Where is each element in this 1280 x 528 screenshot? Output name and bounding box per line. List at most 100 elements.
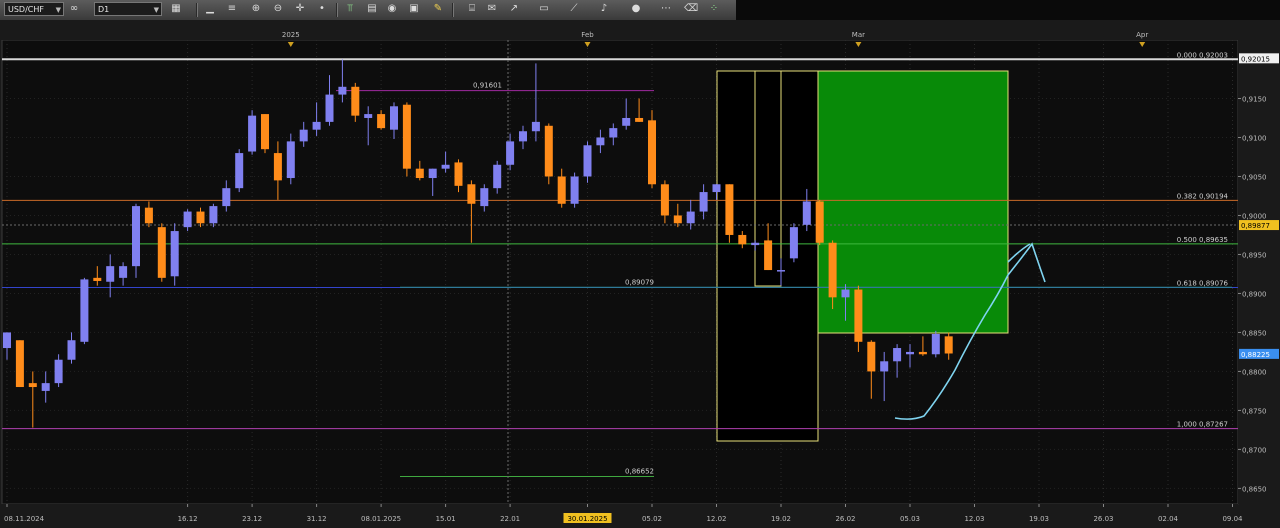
top-axis-label: Apr <box>1136 31 1148 39</box>
candle-body[interactable] <box>144 207 153 224</box>
date-axis-label: 08.11.2024 <box>4 515 45 523</box>
candle-body[interactable] <box>764 240 773 271</box>
candle-body[interactable] <box>93 277 102 281</box>
candle-body[interactable] <box>906 351 914 355</box>
price-axis-label: 0,8700 <box>1242 446 1267 454</box>
candle-body[interactable] <box>802 201 811 225</box>
candle-body[interactable] <box>506 141 515 165</box>
candle-body[interactable] <box>686 211 695 224</box>
candle-body[interactable] <box>557 176 566 204</box>
candle-body[interactable] <box>648 120 656 185</box>
candle-body[interactable] <box>170 231 179 277</box>
candle-body[interactable] <box>248 115 257 152</box>
candle-body[interactable] <box>273 153 282 181</box>
candle-body[interactable] <box>132 206 140 267</box>
candle-body[interactable] <box>3 332 11 349</box>
candle-body[interactable] <box>531 121 540 132</box>
candle-body[interactable] <box>15 340 24 388</box>
candle-body[interactable] <box>196 211 205 224</box>
candle-body[interactable] <box>54 359 63 384</box>
candle-body[interactable] <box>390 106 398 130</box>
price-axis-label: 0,9000 <box>1242 212 1267 220</box>
candle-body[interactable] <box>119 266 128 278</box>
candle-body[interactable] <box>660 184 669 216</box>
candle-body[interactable] <box>261 114 269 150</box>
candle-body[interactable] <box>777 270 785 272</box>
candle-body[interactable] <box>299 129 308 142</box>
candle-body[interactable] <box>815 201 824 243</box>
price-level-label: 0,86652 <box>625 468 654 476</box>
date-axis-label: 02.04 <box>1158 515 1179 523</box>
date-axis-label: 08.01.2025 <box>361 515 401 523</box>
top-axis-label: Feb <box>581 31 594 39</box>
current-price-tag: 0,88225 <box>1241 351 1270 359</box>
candle-body[interactable] <box>286 141 295 179</box>
price-chart[interactable]: 0.000 0,92003 0.382 0,90194 0.500 0,89635 0… <box>0 0 1280 528</box>
candle-body[interactable] <box>338 86 347 95</box>
candle-body[interactable] <box>364 114 373 118</box>
candle-body[interactable] <box>609 128 618 138</box>
candle-body[interactable] <box>544 125 553 177</box>
candle-body[interactable] <box>80 279 89 342</box>
price-axis-label: 0,9100 <box>1242 134 1267 142</box>
candle-body[interactable] <box>325 94 334 122</box>
candle-body[interactable] <box>828 242 837 298</box>
date-axis-label: 16.12 <box>178 515 198 523</box>
price-axis-label: 0,8850 <box>1242 329 1267 337</box>
date-axis-label: 05.02 <box>642 515 662 523</box>
candle-body[interactable] <box>622 117 631 126</box>
candle-body[interactable] <box>880 361 889 372</box>
fib-level-label: 0.500 0,89635 <box>1177 236 1228 244</box>
candle-body[interactable] <box>867 341 876 372</box>
fib-level-label: 0.618 0,89076 <box>1177 280 1229 288</box>
candle-body[interactable] <box>944 336 953 354</box>
candle-body[interactable] <box>493 164 502 189</box>
candle-body[interactable] <box>235 153 244 189</box>
date-axis-label: 19.02 <box>771 515 791 523</box>
candle-body[interactable] <box>596 137 605 146</box>
candle-body[interactable] <box>402 104 411 169</box>
candle-body[interactable] <box>67 340 76 360</box>
candle-body[interactable] <box>841 289 850 298</box>
candle-body[interactable] <box>570 176 579 204</box>
candle-body[interactable] <box>519 131 527 142</box>
date-axis-label: 05.03 <box>900 515 920 523</box>
fib-level-label: 1,000 0,87267 <box>1177 421 1228 429</box>
price-level-label: 0,91601 <box>473 82 502 90</box>
candle-body[interactable] <box>751 242 760 246</box>
candle-body[interactable] <box>635 117 644 122</box>
candle-body[interactable] <box>377 114 386 129</box>
candle-body[interactable] <box>428 168 437 179</box>
candle-body[interactable] <box>712 184 721 193</box>
candle-body[interactable] <box>467 184 476 204</box>
candle-body[interactable] <box>222 188 231 207</box>
candle-body[interactable] <box>41 383 50 391</box>
date-axis-label: 12.02 <box>706 515 726 523</box>
candle-body[interactable] <box>673 215 682 224</box>
top-axis-label: 2025 <box>282 31 300 39</box>
candle-body[interactable] <box>789 227 798 259</box>
candle-body[interactable] <box>209 206 218 224</box>
candle-body[interactable] <box>738 234 747 245</box>
candle-body[interactable] <box>441 164 450 169</box>
candle-body[interactable] <box>106 266 115 282</box>
candle-body[interactable] <box>351 86 360 116</box>
candle-body[interactable] <box>725 184 734 235</box>
candle-body[interactable] <box>699 192 708 212</box>
candle-body[interactable] <box>931 333 940 355</box>
candle-body[interactable] <box>312 121 321 130</box>
candle-body[interactable] <box>415 168 424 179</box>
candle-body[interactable] <box>583 145 592 177</box>
date-axis-label: 09.04 <box>1222 515 1243 523</box>
candle-body[interactable] <box>183 211 192 228</box>
candle-body[interactable] <box>918 351 927 355</box>
candle-body[interactable] <box>454 162 463 186</box>
candle-body[interactable] <box>893 348 902 362</box>
candle-body[interactable] <box>28 383 37 388</box>
top-axis-strip <box>0 28 1240 40</box>
candle-body[interactable] <box>157 227 166 278</box>
candle-body[interactable] <box>854 289 863 342</box>
candle-body[interactable] <box>480 188 489 207</box>
price-axis-label: 0,9150 <box>1242 95 1267 103</box>
date-axis-label: 31.12 <box>307 515 327 523</box>
